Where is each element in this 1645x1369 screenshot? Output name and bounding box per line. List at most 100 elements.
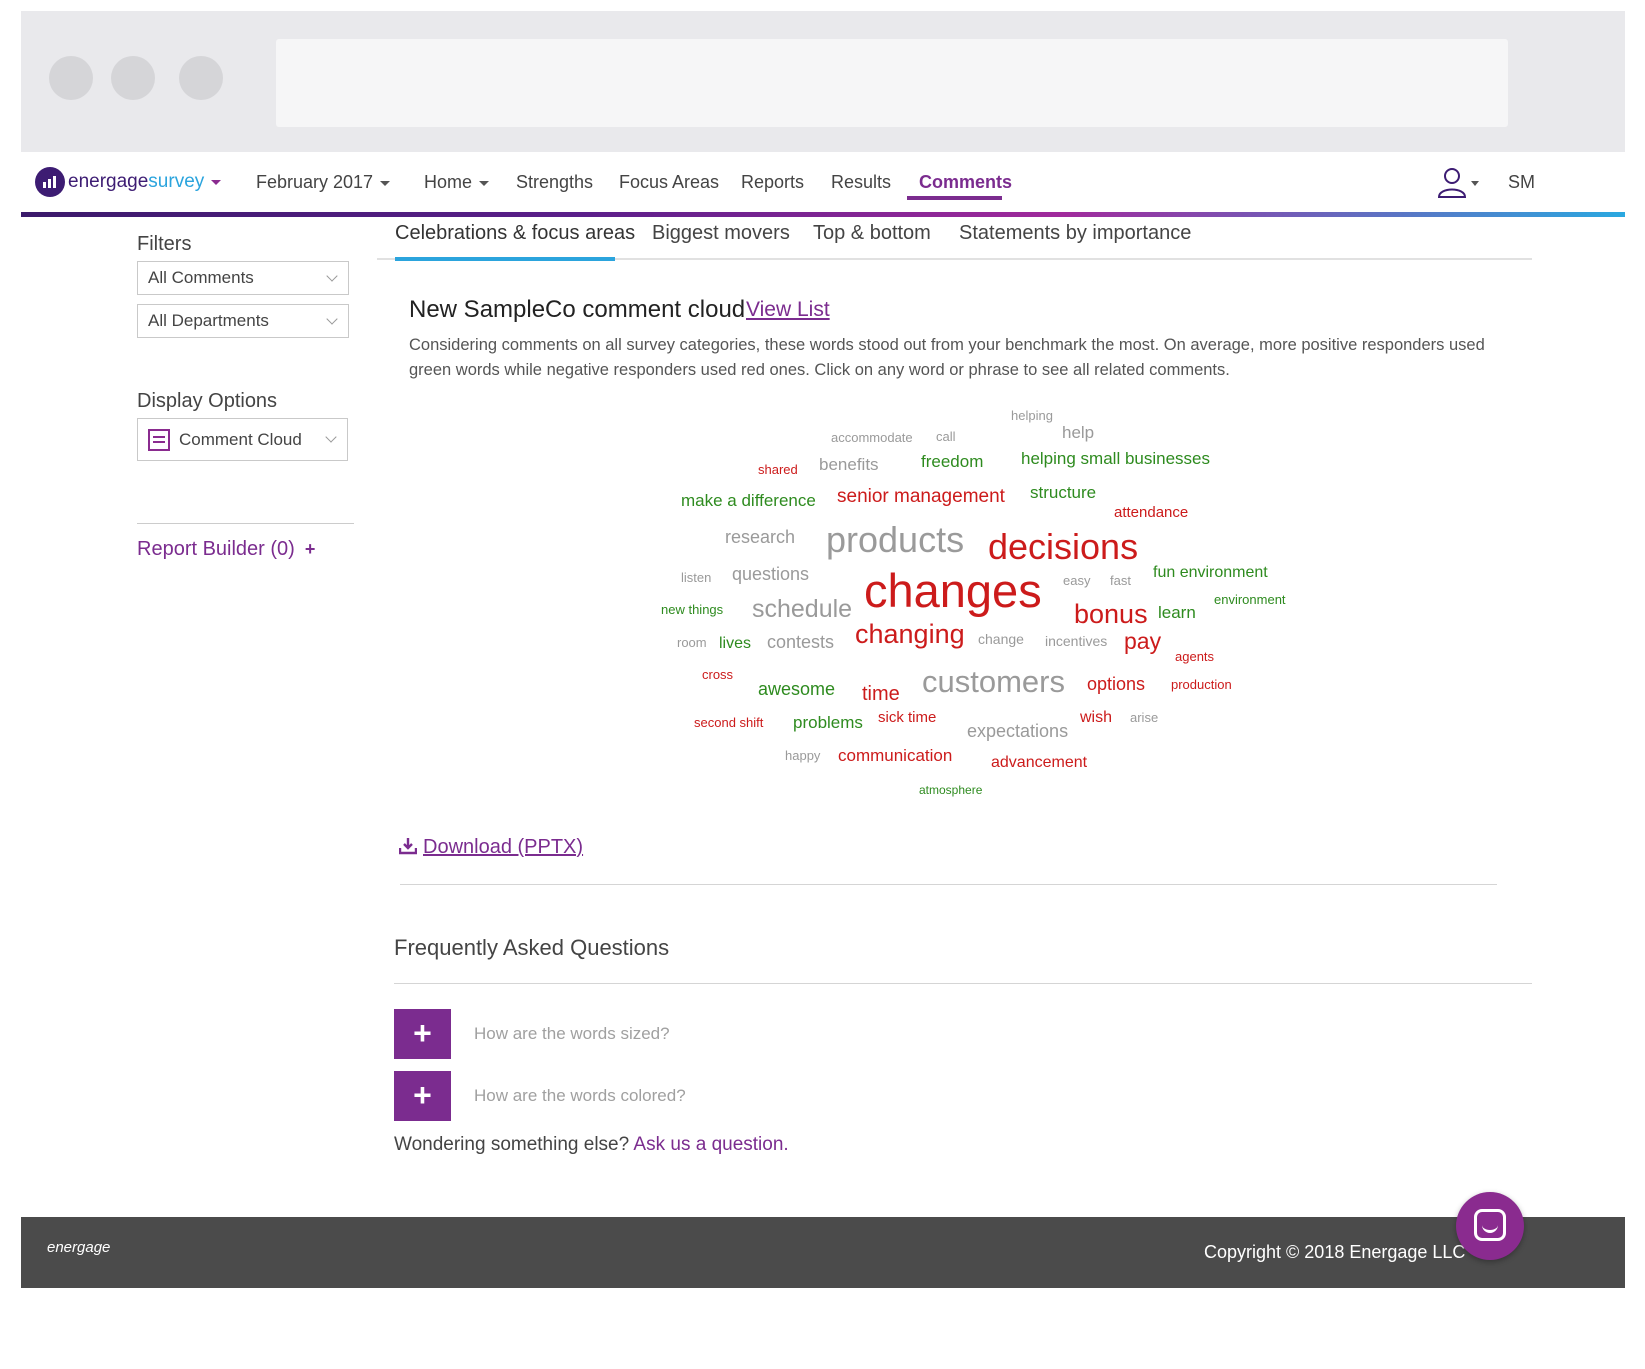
tab-active-indicator: [395, 257, 615, 261]
cloud-word[interactable]: bonus: [1074, 601, 1148, 628]
cloud-word[interactable]: products: [826, 522, 964, 558]
cloud-word[interactable]: contests: [767, 633, 834, 651]
period-dropdown[interactable]: February 2017: [256, 172, 391, 193]
window-dot-icon[interactable]: [179, 56, 223, 100]
cloud-word[interactable]: easy: [1063, 574, 1090, 587]
faq-expand-button[interactable]: +: [394, 1071, 451, 1121]
cloud-word[interactable]: changing: [855, 621, 965, 648]
cloud-word[interactable]: schedule: [752, 597, 852, 622]
faq-footer-text: Wondering something else? Ask us a quest…: [394, 1134, 789, 1155]
cloud-word[interactable]: attendance: [1114, 505, 1188, 520]
cloud-word[interactable]: room: [677, 636, 707, 649]
report-builder-link[interactable]: Report Builder (0) +: [137, 538, 315, 561]
cloud-word[interactable]: incentives: [1045, 634, 1107, 648]
cloud-word[interactable]: environment: [1214, 593, 1286, 606]
cloud-word[interactable]: fast: [1110, 574, 1131, 587]
cloud-word[interactable]: research: [725, 528, 795, 546]
nav-strengths[interactable]: Strengths: [516, 172, 593, 193]
faq-divider: [394, 983, 1532, 984]
cloud-word[interactable]: fun environment: [1153, 565, 1268, 581]
cloud-word[interactable]: senior management: [837, 487, 1005, 506]
user-initials[interactable]: SM: [1508, 172, 1535, 193]
faq-question[interactable]: How are the words colored?: [474, 1086, 686, 1106]
nav-reports[interactable]: Reports: [741, 172, 804, 193]
cloud-word[interactable]: learn: [1158, 604, 1196, 621]
nav-home[interactable]: Home: [424, 172, 490, 193]
cloud-word[interactable]: decisions: [988, 529, 1138, 565]
cloud-word[interactable]: accommodate: [831, 431, 913, 444]
download-pptx-link[interactable]: Download (PPTX): [399, 836, 583, 859]
cloud-word[interactable]: time: [862, 684, 900, 704]
departments-filter-select[interactable]: All Departments: [137, 304, 349, 338]
logo-bars-icon: [35, 167, 65, 197]
cloud-word[interactable]: helping small businesses: [1021, 450, 1210, 467]
cloud-word[interactable]: freedom: [921, 453, 983, 470]
chevron-down-icon: [380, 180, 391, 186]
user-icon: [1437, 168, 1479, 198]
cloud-word[interactable]: awesome: [758, 680, 835, 698]
tab-top-bottom[interactable]: Top & bottom: [813, 222, 931, 245]
cloud-word[interactable]: production: [1171, 678, 1232, 691]
cloud-word[interactable]: atmosphere: [919, 784, 982, 796]
cloud-word[interactable]: benefits: [819, 456, 879, 473]
footer-logo[interactable]: energage: [47, 1239, 110, 1256]
comments-filter-select[interactable]: All Comments: [137, 261, 349, 295]
chevron-down-icon: [211, 179, 222, 185]
cloud-word[interactable]: make a difference: [681, 492, 816, 509]
nav-comments[interactable]: Comments: [919, 172, 1012, 193]
cloud-word[interactable]: options: [1087, 675, 1145, 693]
user-menu[interactable]: [1437, 167, 1484, 204]
cloud-word[interactable]: shared: [758, 463, 798, 476]
copyright-text: Copyright © 2018 Energage LLC: [1204, 1242, 1466, 1262]
sidebar-divider: [137, 523, 354, 524]
chat-button[interactable]: [1456, 1192, 1524, 1260]
select-value: All Departments: [148, 311, 269, 330]
cloud-word[interactable]: problems: [793, 714, 863, 731]
window-dot-icon[interactable]: [111, 56, 155, 100]
faq-expand-button[interactable]: +: [394, 1009, 451, 1059]
cloud-word[interactable]: happy: [785, 749, 820, 762]
cloud-word[interactable]: help: [1062, 424, 1094, 441]
cloud-title: New SampleCo comment cloud: [409, 296, 746, 323]
cloud-word[interactable]: structure: [1030, 484, 1096, 501]
tab-statements-importance[interactable]: Statements by importance: [959, 222, 1191, 245]
faq-question[interactable]: How are the words sized?: [474, 1024, 670, 1044]
cloud-word[interactable]: advancement: [991, 755, 1087, 771]
cloud-word[interactable]: change: [978, 632, 1024, 646]
section-divider: [400, 884, 1497, 885]
tab-celebrations[interactable]: Celebrations & focus areas: [395, 222, 635, 245]
cloud-word[interactable]: pay: [1124, 630, 1161, 653]
plus-icon: +: [304, 539, 316, 559]
ask-question-link[interactable]: Ask us a question.: [633, 1134, 788, 1155]
comment-cloud-icon: [148, 429, 170, 451]
cloud-description: Considering comments on all survey categ…: [409, 336, 1485, 379]
cloud-word[interactable]: questions: [732, 565, 809, 583]
cloud-word[interactable]: expectations: [967, 722, 1068, 740]
cloud-word[interactable]: lives: [719, 636, 751, 652]
cloud-word[interactable]: agents: [1175, 650, 1214, 663]
cloud-word[interactable]: listen: [681, 571, 711, 584]
cloud-word[interactable]: customers: [922, 666, 1065, 697]
faq-title: Frequently Asked Questions: [394, 935, 670, 960]
display-option-select[interactable]: Comment Cloud: [137, 418, 348, 461]
download-icon: [399, 838, 417, 855]
brand-logo[interactable]: energagesurvey: [35, 167, 222, 197]
cloud-word[interactable]: sick time: [878, 710, 936, 725]
header-gradient-bar: [21, 212, 1625, 217]
window-dot-icon[interactable]: [49, 56, 93, 100]
cloud-word[interactable]: new things: [661, 603, 723, 616]
view-list-link[interactable]: View List: [746, 298, 830, 322]
cloud-word[interactable]: communication: [838, 747, 952, 764]
cloud-word[interactable]: arise: [1130, 711, 1158, 724]
cloud-word[interactable]: helping: [1011, 409, 1053, 422]
cloud-word[interactable]: wish: [1080, 710, 1112, 726]
nav-results[interactable]: Results: [831, 172, 891, 193]
cloud-word[interactable]: second shift: [694, 716, 763, 729]
cloud-word[interactable]: cross: [702, 668, 733, 681]
cloud-word[interactable]: changes: [864, 567, 1042, 614]
tab-biggest-movers[interactable]: Biggest movers: [652, 222, 790, 245]
address-bar[interactable]: [276, 39, 1508, 127]
nav-focus-areas[interactable]: Focus Areas: [619, 172, 719, 193]
cloud-word[interactable]: call: [936, 430, 956, 443]
nav-active-indicator: [907, 196, 1002, 200]
